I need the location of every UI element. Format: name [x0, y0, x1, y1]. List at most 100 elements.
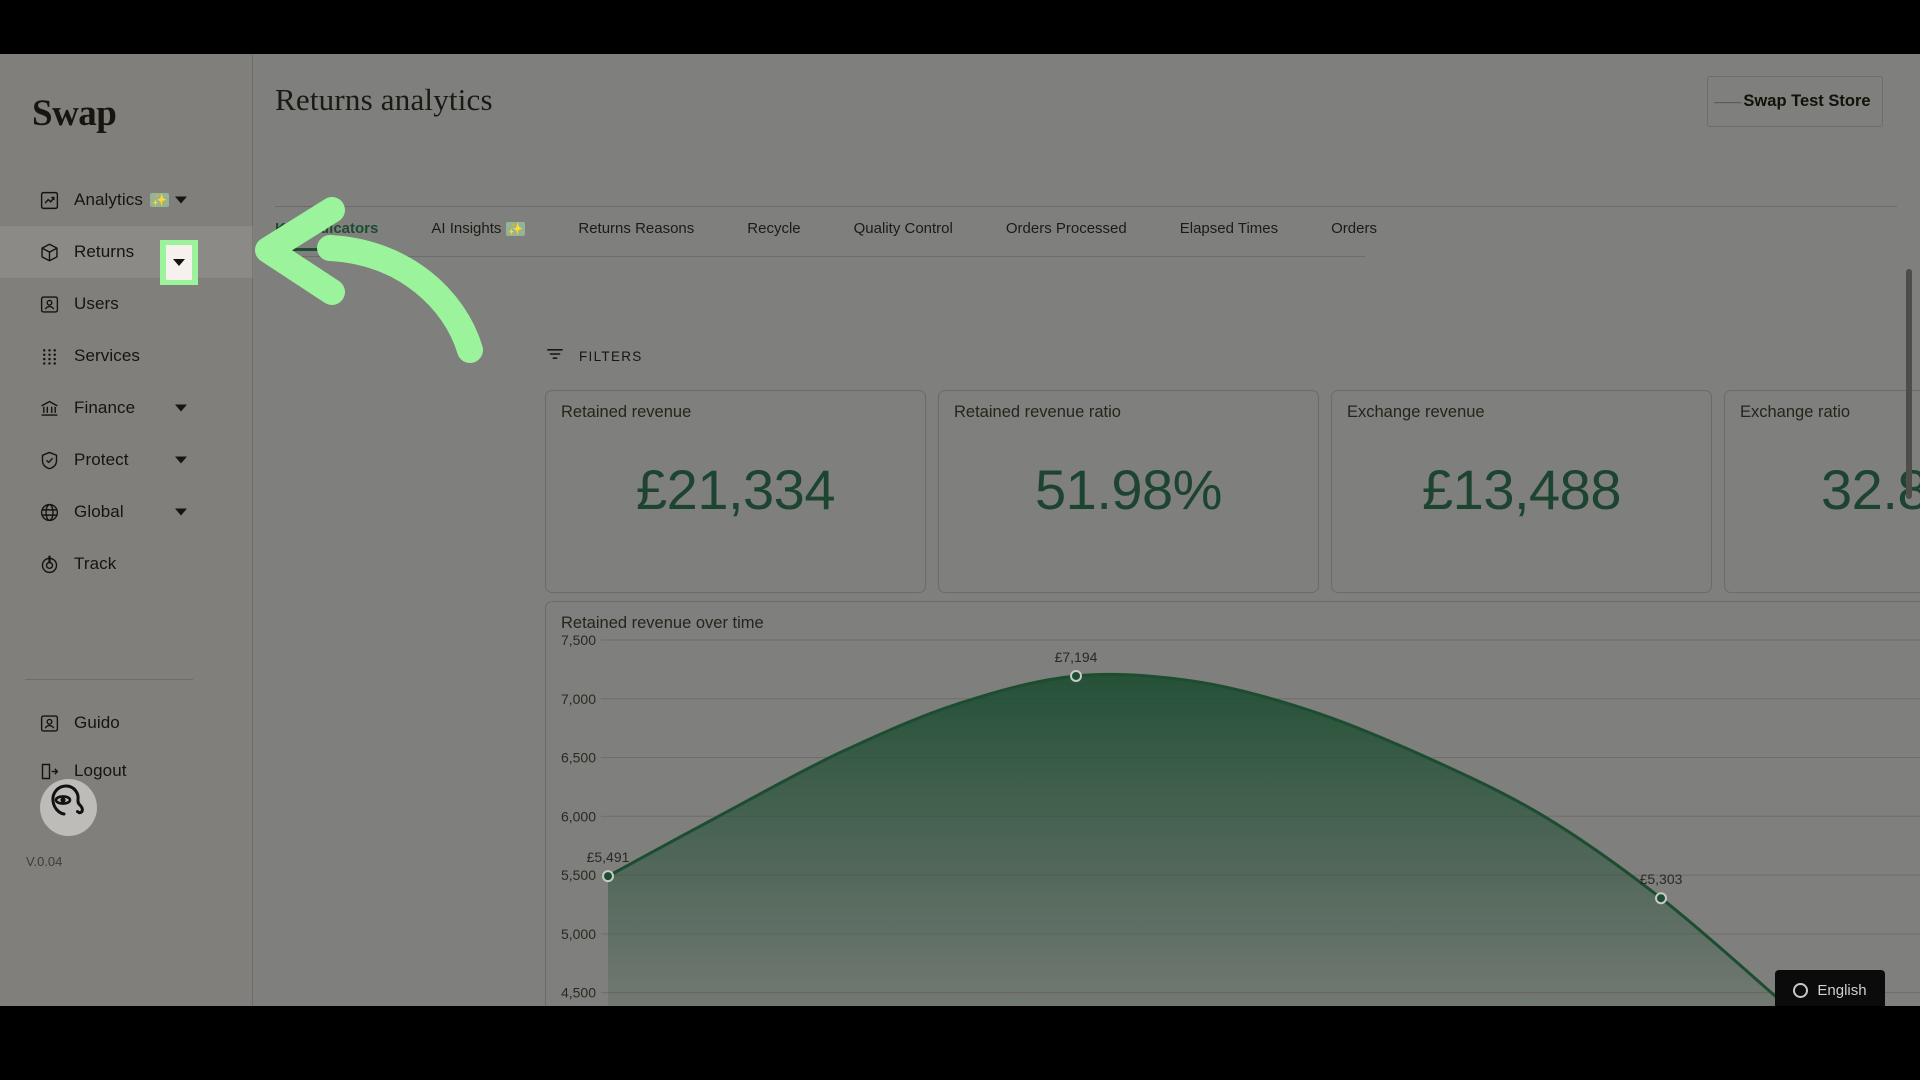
svg-text:£5,491: £5,491 [587, 849, 630, 865]
tab-elapsed-times[interactable]: Elapsed Times [1180, 220, 1278, 251]
sidebar-item-label: Services [74, 346, 140, 365]
grid-dots-icon [38, 345, 60, 367]
sidebar-bottom-nav: Guido Logout [0, 699, 253, 795]
kpi-card-retained-revenue-ratio[interactable]: Retained revenue ratio 51.98% [938, 390, 1319, 593]
kpi-value: 32.86% [1821, 458, 1920, 521]
svg-text:7,500: 7,500 [561, 632, 596, 648]
returns-expand-highlight [160, 240, 198, 285]
brand-logo[interactable]: Swap [32, 92, 117, 135]
scrollbar-track[interactable] [1906, 269, 1916, 989]
tab-label: Key Indicators [275, 219, 379, 237]
sidebar-nav: Analytics ✨ Returns Users Services Finan… [0, 174, 253, 590]
store-mark-icon: —— [1714, 96, 1742, 107]
chevron-down-icon [173, 259, 185, 266]
shield-check-icon [38, 449, 60, 471]
store-selector-label: Swap Test Store [1743, 92, 1871, 110]
sidebar-item-label: Protect [74, 450, 129, 469]
app-window: Swap Analytics ✨ Returns Users Services … [0, 54, 1920, 1006]
chevron-down-icon[interactable] [175, 508, 187, 516]
page-title: Returns analytics [275, 82, 493, 117]
sidebar-item-users[interactable]: Users [0, 278, 253, 330]
user-card-icon [38, 293, 60, 315]
kpi-card-retained-revenue[interactable]: Retained revenue £21,334 [545, 390, 926, 593]
tab-label: Quality Control [853, 219, 953, 237]
tab-key-indicators[interactable]: Key Indicators [264, 219, 389, 251]
sidebar-item-services[interactable]: Services [0, 330, 253, 382]
svg-text:6,500: 6,500 [561, 750, 596, 766]
tab-label: Returns Reasons [578, 219, 695, 237]
svg-text:£7,194: £7,194 [1055, 649, 1098, 665]
language-label: English [1817, 981, 1867, 999]
chevron-down-icon[interactable] [175, 196, 187, 204]
sidebar-divider [25, 679, 193, 680]
svg-text:7,000: 7,000 [561, 691, 596, 707]
bank-icon [38, 397, 60, 419]
sidebar-item-track[interactable]: Track [0, 538, 253, 590]
tab-ai-insights[interactable]: AI Insights ✨ [431, 220, 526, 251]
filters-label: FILTERS [579, 349, 643, 364]
store-selector-button[interactable]: —— Swap Test Store [1707, 76, 1883, 127]
chart-trend-icon [38, 189, 60, 211]
filters-button[interactable]: FILTERS [545, 344, 643, 369]
tab-returns-reasons[interactable]: Returns Reasons [578, 220, 694, 251]
tab-orders-processed[interactable]: Orders Processed [1006, 220, 1127, 251]
svg-text:5,500: 5,500 [561, 867, 596, 883]
sidebar-item-protect[interactable]: Protect [0, 434, 253, 486]
tab-label: Elapsed Times [1179, 219, 1279, 237]
kpi-value: £21,334 [636, 458, 835, 521]
kpi-value: £13,488 [1422, 458, 1621, 521]
kpi-row: Retained revenue £21,334 Retained revenu… [545, 390, 1920, 593]
user-card-icon [38, 712, 60, 734]
svg-text:£5,303: £5,303 [1640, 871, 1683, 887]
track-icon [38, 553, 60, 575]
sidebar: Swap Analytics ✨ Returns Users Services … [0, 54, 253, 1006]
app-version: V.0.04 [26, 854, 63, 869]
tab-label: Orders [1331, 219, 1377, 237]
svg-text:6,000: 6,000 [561, 808, 596, 824]
sidebar-item-label: Users [74, 294, 119, 313]
kpi-title: Retained revenue [561, 403, 692, 421]
chevron-down-icon[interactable] [175, 456, 187, 464]
sidebar-item-returns[interactable]: Returns [0, 226, 253, 278]
tab-label: Orders Processed [1005, 219, 1127, 237]
circle-icon [1793, 982, 1809, 998]
kpi-title: Exchange ratio [1740, 403, 1851, 421]
sidebar-item-profile[interactable]: Guido [0, 699, 253, 747]
sidebar-item-label: Logout [74, 761, 127, 780]
main-content: Returns analytics —— Swap Test Store Key… [253, 54, 1920, 1006]
tab-orders[interactable]: Orders [1331, 220, 1377, 251]
sidebar-item-label: Returns [74, 242, 135, 261]
tabs-divider [275, 256, 1365, 257]
sidebar-item-label: Finance [74, 398, 136, 417]
tab-quality-control[interactable]: Quality Control [854, 220, 953, 251]
globe-icon [38, 501, 60, 523]
tab-recycle[interactable]: Recycle [747, 220, 800, 251]
kpi-value: 51.98% [1035, 458, 1222, 521]
language-chip[interactable]: English [1775, 970, 1885, 1006]
letterbox-top [0, 0, 1920, 54]
sidebar-item-label: Guido [74, 713, 120, 732]
sparkle-icon: ✨ [506, 221, 526, 236]
chevron-down-icon[interactable] [175, 404, 187, 412]
analytics-tabs: Key Indicators AI Insights ✨ Returns Reas… [264, 214, 1430, 256]
scrollbar-thumb[interactable] [1906, 269, 1912, 499]
sidebar-item-finance[interactable]: Finance [0, 382, 253, 434]
sparkle-icon: ✨ [149, 193, 169, 207]
header-divider [275, 206, 1897, 207]
sidebar-item-global[interactable]: Global [0, 486, 253, 538]
sidebar-item-logout[interactable]: Logout [0, 747, 253, 795]
svg-text:5,000: 5,000 [561, 926, 596, 942]
package-icon [38, 241, 60, 263]
cursor-avatar [40, 779, 97, 836]
sidebar-item-label: Analytics [74, 190, 143, 209]
kpi-card-exchange-ratio[interactable]: Exchange ratio 32.86% [1724, 390, 1920, 593]
retained-revenue-chart[interactable]: 4,500 5,000 5,500 6,000 6,500 7,000 7,500 £5,49… [546, 602, 1920, 1006]
kpi-title: Retained revenue ratio [954, 403, 1121, 421]
tab-label: Recycle [747, 219, 801, 237]
sidebar-item-analytics[interactable]: Analytics ✨ [0, 174, 253, 226]
kpi-card-exchange-revenue[interactable]: Exchange revenue £13,488 [1331, 390, 1712, 593]
logout-icon [38, 760, 60, 782]
returns-expand-button[interactable] [166, 245, 192, 280]
filter-icon [545, 344, 565, 369]
sidebar-item-label: Global [74, 502, 124, 521]
